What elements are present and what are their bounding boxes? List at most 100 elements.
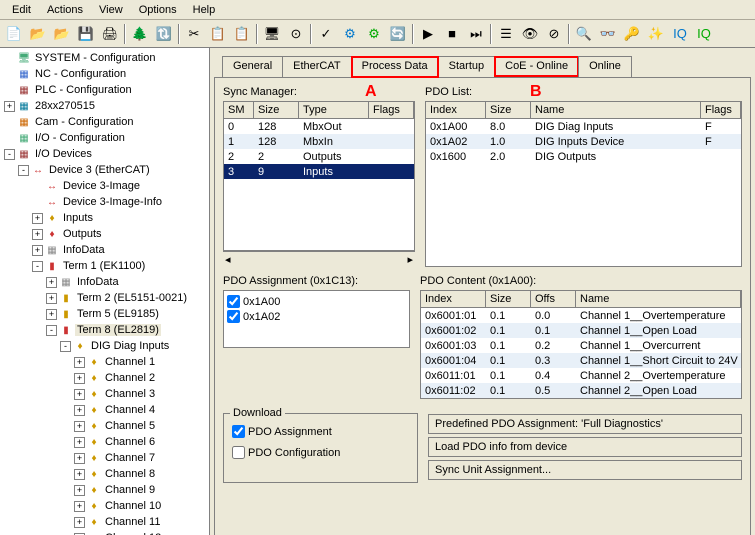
tool-cut-icon[interactable]: ✂ (183, 23, 205, 45)
tool-copy-icon[interactable]: 📋 (207, 23, 229, 45)
tree-node[interactable]: ↔Device 3-Image-Info (0, 194, 209, 210)
tool-glasses-icon[interactable]: 👓 (597, 23, 619, 45)
tree-node[interactable]: ▦I/O - Configuration (0, 130, 209, 146)
tool-openext-icon[interactable]: 📂 (51, 23, 73, 45)
col-header[interactable]: Flags (701, 102, 741, 118)
menu-help[interactable]: Help (185, 2, 224, 18)
tree-expander[interactable]: + (74, 517, 85, 528)
tree-expander[interactable]: - (32, 261, 43, 272)
menu-options[interactable]: Options (131, 2, 185, 18)
tree-expander[interactable]: - (46, 325, 57, 336)
tree-expander[interactable]: + (32, 245, 43, 256)
tool-device-icon[interactable]: 🖥 (261, 23, 283, 45)
tree-expander[interactable]: + (32, 229, 43, 240)
tool-paste-icon[interactable]: 📋 (231, 23, 253, 45)
table-row[interactable]: 0x6001:030.10.2Channel 1__Overcurrent (421, 338, 741, 353)
tab-processdata[interactable]: Process Data (351, 56, 439, 78)
tree-expander[interactable]: + (46, 293, 57, 304)
tree-node[interactable]: +♦Channel 12 (0, 530, 209, 535)
table-row[interactable]: 0x1A008.0DIG Diag InputsF (426, 119, 741, 134)
tool-reload-icon[interactable]: 🔄 (387, 23, 409, 45)
tree-node[interactable]: +♦Channel 10 (0, 498, 209, 514)
tree-node[interactable]: +♦Inputs (0, 210, 209, 226)
tree-node[interactable]: +♦Channel 8 (0, 466, 209, 482)
tree-expander[interactable]: + (74, 469, 85, 480)
table-row[interactable]: 0x6001:010.10.0Channel 1__Overtemperatur… (421, 308, 741, 323)
table-row[interactable]: 39Inputs (224, 164, 414, 179)
tree-expander[interactable]: + (74, 373, 85, 384)
tree-node[interactable]: -↔Device 3 (EtherCAT) (0, 162, 209, 178)
col-header[interactable]: Flags (369, 102, 414, 118)
col-header[interactable]: SM (224, 102, 254, 118)
tree-expander[interactable]: + (74, 389, 85, 400)
tool-key-icon[interactable]: 🔑 (621, 23, 643, 45)
sync-manager-grid[interactable]: SMSizeTypeFlags 0128MbxOut1128MbxIn22Out… (223, 101, 415, 251)
col-header[interactable]: Type (299, 102, 369, 118)
tree-node[interactable]: +♦Channel 6 (0, 434, 209, 450)
tree-expander[interactable]: + (74, 357, 85, 368)
tree-expander[interactable]: + (46, 277, 57, 288)
pdo-assignment-checkbox[interactable] (232, 425, 245, 438)
sync-scrollbar[interactable]: ◂▸ (223, 251, 415, 267)
tree-expander[interactable]: + (74, 421, 85, 432)
tool-activate-icon[interactable]: ⚙ (339, 23, 361, 45)
tree-expander[interactable]: + (74, 437, 85, 448)
tree-expander[interactable]: + (74, 453, 85, 464)
tree-expander[interactable]: + (74, 501, 85, 512)
tree-node[interactable]: +▦InfoData (0, 242, 209, 258)
table-row[interactable]: 0x6001:040.10.3Channel 1__Short Circuit … (421, 353, 741, 368)
tree-node[interactable]: ▦PLC - Configuration (0, 82, 209, 98)
col-header[interactable]: Size (254, 102, 299, 118)
pdo-configuration-checkbox[interactable] (232, 446, 245, 459)
tool-check-icon[interactable]: ✓ (315, 23, 337, 45)
tree-node[interactable]: +▦28xx270515 (0, 98, 209, 114)
table-row[interactable]: 0x16002.0DIG Outputs (426, 149, 741, 164)
table-row[interactable]: 0x6011:020.10.5Channel 2__Open Load (421, 383, 741, 398)
tool-iq2-icon[interactable]: IQ (693, 23, 715, 45)
tree-expander[interactable]: + (4, 101, 15, 112)
tree-expander[interactable]: - (4, 149, 15, 160)
tool-find-icon[interactable]: 🔍 (573, 23, 595, 45)
tree-node[interactable]: -▦I/O Devices (0, 146, 209, 162)
pdo-list-grid[interactable]: IndexSizeNameFlags 0x1A008.0DIG Diag Inp… (425, 101, 742, 267)
table-row[interactable]: 1128MbxIn (224, 134, 414, 149)
assign-checkbox[interactable] (227, 295, 240, 308)
tree-node[interactable]: +♦Channel 11 (0, 514, 209, 530)
tree-node[interactable]: +♦Channel 9 (0, 482, 209, 498)
tool-open-icon[interactable]: 📂 (27, 23, 49, 45)
list-item[interactable]: 0x1A02 (227, 309, 406, 324)
tree-node[interactable]: ↔Device 3-Image (0, 178, 209, 194)
tree-node[interactable]: +▮Term 2 (EL5151-0021) (0, 290, 209, 306)
tree-node[interactable]: +♦Channel 1 (0, 354, 209, 370)
table-row[interactable]: 0x6001:020.10.1Channel 1__Open Load (421, 323, 741, 338)
tree-node[interactable]: +▮Term 5 (EL9185) (0, 306, 209, 322)
col-header[interactable]: Index (426, 102, 486, 118)
menu-edit[interactable]: Edit (4, 2, 39, 18)
tree-node[interactable]: +♦Channel 2 (0, 370, 209, 386)
table-row[interactable]: 22Outputs (224, 149, 414, 164)
tree-expander[interactable]: - (60, 341, 71, 352)
tab-startup[interactable]: Startup (438, 56, 495, 77)
table-row[interactable]: 0128MbxOut (224, 119, 414, 134)
tool-step-icon[interactable]: ⏭ (465, 23, 487, 45)
tree-node[interactable]: +▦InfoData (0, 274, 209, 290)
assign-checkbox[interactable] (227, 310, 240, 323)
table-row[interactable]: 0x1A021.0DIG Inputs DeviceF (426, 134, 741, 149)
tab-general[interactable]: General (222, 56, 283, 77)
tree-expander[interactable]: + (74, 485, 85, 496)
tree-expander[interactable]: + (74, 405, 85, 416)
tool-new-icon[interactable]: 📄 (3, 23, 25, 45)
col-header[interactable]: Name (531, 102, 701, 118)
tab-coeonline[interactable]: CoE - Online (494, 56, 579, 77)
list-item[interactable]: 0x1A00 (227, 294, 406, 309)
tree-expander[interactable]: - (18, 165, 29, 176)
col-header[interactable]: Offs (531, 291, 576, 307)
tool-save-icon[interactable]: 💾 (75, 23, 97, 45)
tool-iq-icon[interactable]: IQ (669, 23, 691, 45)
tool-scope-icon[interactable]: ⚙ (363, 23, 385, 45)
tool-print-icon[interactable]: 🖨 (99, 23, 121, 45)
menu-actions[interactable]: Actions (39, 2, 91, 18)
tree-node[interactable]: -▮Term 8 (EL2819) (0, 322, 209, 338)
tree-node[interactable]: +♦Channel 5 (0, 418, 209, 434)
menu-view[interactable]: View (91, 2, 131, 18)
